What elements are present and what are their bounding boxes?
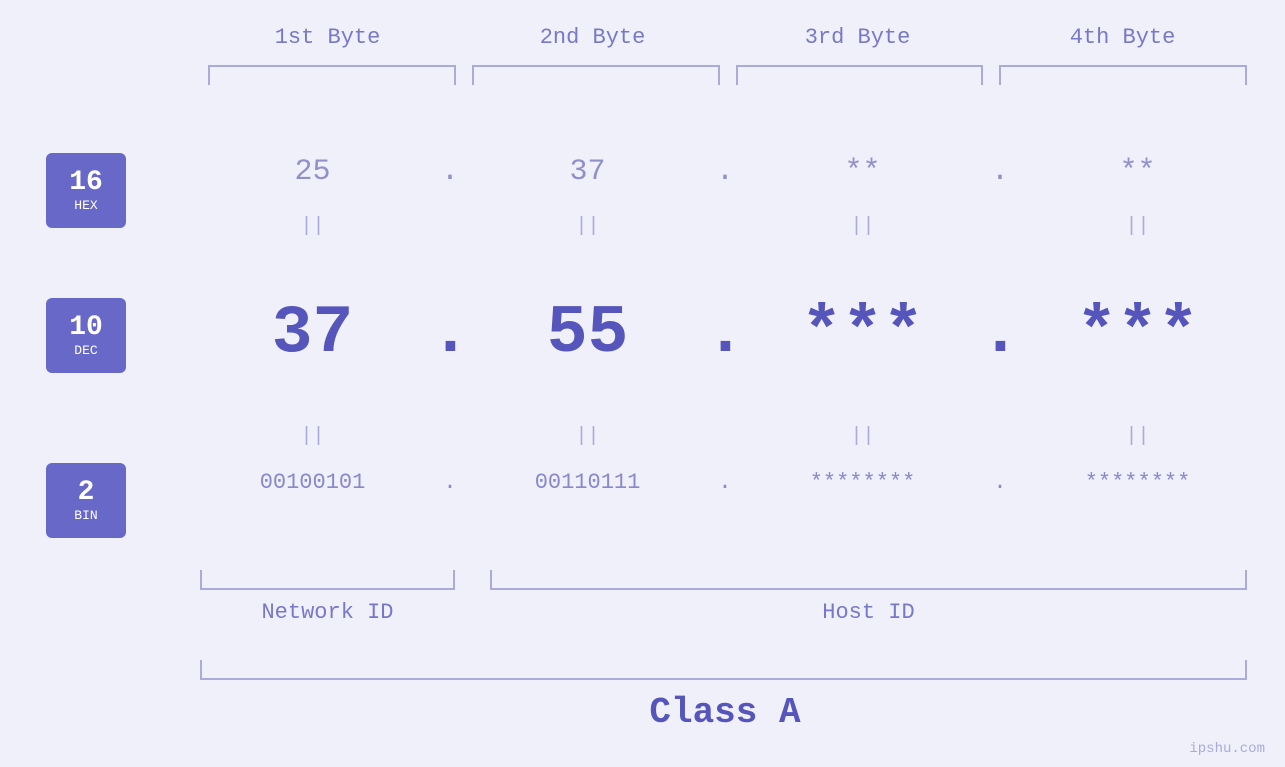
hex-val-3: ** xyxy=(745,155,980,189)
dec-sep-3: . xyxy=(980,295,1020,372)
dec-badge-number: 10 xyxy=(69,313,103,344)
byte-label-1: 1st Byte xyxy=(195,25,460,50)
dec-val-1: 37 xyxy=(195,295,430,372)
network-bracket xyxy=(200,570,455,590)
bin-val-2: 00110111 xyxy=(470,470,705,495)
byte-label-4: 4th Byte xyxy=(990,25,1255,50)
bin-val-4: ******** xyxy=(1020,470,1255,495)
dec-badge: 10 DEC xyxy=(46,298,126,373)
dec-badge-type: DEC xyxy=(74,343,97,358)
bin-badge-number: 2 xyxy=(78,478,95,509)
equals-row-2: || || || || xyxy=(195,425,1255,448)
main-page: 1st Byte 2nd Byte 3rd Byte 4th Byte 16 H… xyxy=(0,0,1285,767)
hex-row: 25 . 37 . ** . ** xyxy=(195,155,1255,189)
eq1-cell-3: || xyxy=(745,215,980,238)
dec-val-2: 55 xyxy=(470,295,705,372)
byte-labels-row: 1st Byte 2nd Byte 3rd Byte 4th Byte xyxy=(195,25,1255,50)
hex-sep-1: . xyxy=(430,155,470,189)
host-id-label: Host ID xyxy=(490,600,1247,625)
bin-sep-3: . xyxy=(980,470,1020,495)
hex-sep-2: . xyxy=(705,155,745,189)
bracket-byte-1 xyxy=(208,65,456,85)
hex-badge-type: HEX xyxy=(74,198,97,213)
byte-label-2: 2nd Byte xyxy=(460,25,725,50)
eq2-cell-1: || xyxy=(195,425,430,448)
host-bracket xyxy=(490,570,1247,590)
class-label: Class A xyxy=(195,692,1255,733)
watermark: ipshu.com xyxy=(1189,741,1265,757)
bin-sep-2: . xyxy=(705,470,745,495)
hex-val-2: 37 xyxy=(470,155,705,189)
bin-badge: 2 BIN xyxy=(46,463,126,538)
bin-sep-1: . xyxy=(430,470,470,495)
eq1-cell-4: || xyxy=(1020,215,1255,238)
network-id-label: Network ID xyxy=(200,600,455,625)
equals-row-1: || || || || xyxy=(195,215,1255,238)
dec-val-3: *** xyxy=(745,295,980,372)
eq2-cell-2: || xyxy=(470,425,705,448)
bracket-byte-3 xyxy=(736,65,984,85)
hex-val-1: 25 xyxy=(195,155,430,189)
bin-val-1: 00100101 xyxy=(195,470,430,495)
dec-sep-1: . xyxy=(430,295,470,372)
bin-row: 00100101 . 00110111 . ******** . *******… xyxy=(195,470,1255,495)
dec-val-4: *** xyxy=(1020,295,1255,372)
dec-row: 37 . 55 . *** . *** xyxy=(195,295,1255,372)
dec-sep-2: . xyxy=(705,295,745,372)
hex-val-4: ** xyxy=(1020,155,1255,189)
eq2-cell-4: || xyxy=(1020,425,1255,448)
hex-badge: 16 HEX xyxy=(46,153,126,228)
eq1-cell-2: || xyxy=(470,215,705,238)
bin-val-3: ******** xyxy=(745,470,980,495)
hex-badge-number: 16 xyxy=(69,168,103,199)
top-brackets-row xyxy=(200,65,1255,85)
eq1-cell-1: || xyxy=(195,215,430,238)
bracket-byte-4 xyxy=(999,65,1247,85)
bin-badge-type: BIN xyxy=(74,508,97,523)
hex-sep-3: . xyxy=(980,155,1020,189)
bracket-byte-2 xyxy=(472,65,720,85)
outer-bracket xyxy=(200,660,1247,680)
byte-label-3: 3rd Byte xyxy=(725,25,990,50)
eq2-cell-3: || xyxy=(745,425,980,448)
